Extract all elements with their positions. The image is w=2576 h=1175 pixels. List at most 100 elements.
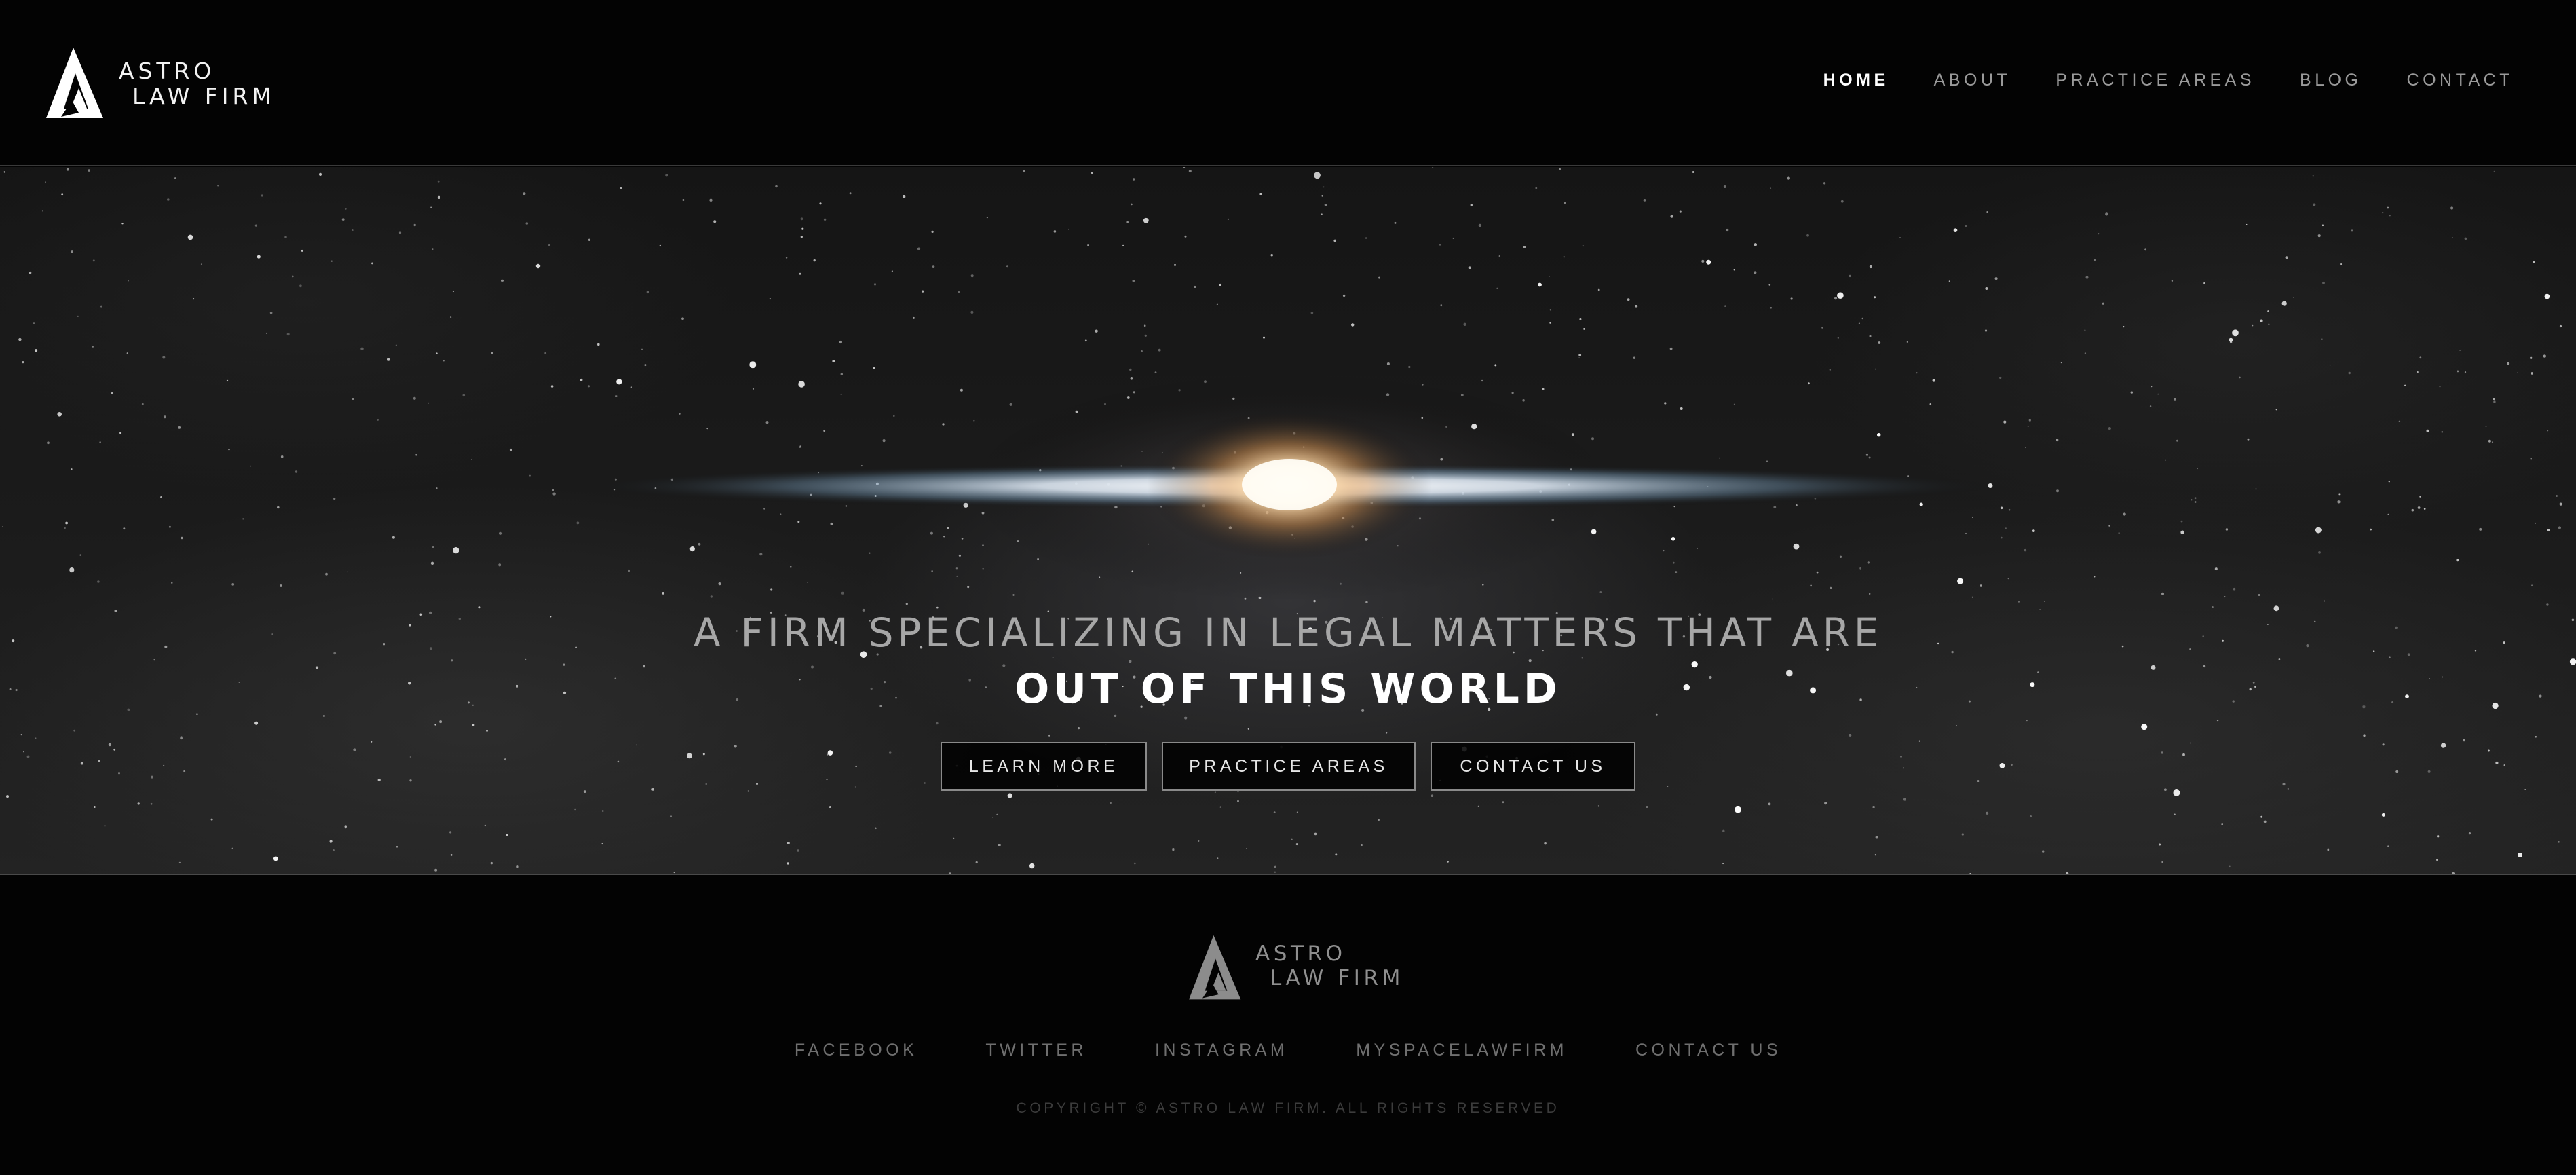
nav-about[interactable]: ABOUT	[1934, 71, 2011, 90]
star	[2464, 237, 2467, 240]
star	[1849, 734, 1852, 737]
star	[1770, 307, 1772, 309]
star	[882, 439, 886, 443]
star	[1386, 362, 1390, 365]
contact-us-button[interactable]: CONTACT US	[1431, 742, 1635, 791]
learn-more-button[interactable]: LEARN MORE	[941, 742, 1147, 791]
star	[2569, 658, 2576, 665]
twitter-link[interactable]: TWITTER	[985, 1041, 1087, 1060]
star	[1874, 854, 1876, 856]
star	[1965, 225, 1967, 227]
nav-blog[interactable]: BLOG	[2300, 71, 2362, 90]
star	[2042, 850, 2045, 853]
star	[1158, 348, 1161, 352]
star	[168, 525, 171, 528]
star	[2056, 489, 2059, 493]
star	[69, 567, 75, 573]
star	[178, 861, 181, 863]
star	[1219, 806, 1221, 808]
star	[710, 595, 713, 598]
star	[1733, 403, 1735, 405]
star	[1985, 287, 1988, 290]
star	[1599, 591, 1602, 593]
star	[1365, 601, 1368, 603]
star	[1829, 369, 1831, 371]
star	[501, 279, 504, 282]
star	[2060, 362, 2062, 364]
site-header: ASTRO LAW FIRM HOME ABOUT PRACTICE AREAS…	[0, 0, 2576, 166]
facebook-link[interactable]: FACEBOOK	[795, 1041, 918, 1060]
star	[891, 270, 893, 272]
header-logo[interactable]: ASTRO LAW FIRM	[46, 46, 271, 121]
star	[1549, 276, 1550, 277]
star	[1452, 237, 1454, 239]
star	[325, 572, 328, 576]
star	[377, 419, 379, 421]
nav-practice-areas[interactable]: PRACTICE AREAS	[2056, 71, 2255, 90]
star	[2030, 815, 2032, 817]
star	[1869, 593, 1871, 595]
star	[6, 795, 9, 798]
star	[2411, 508, 2414, 512]
star	[689, 546, 695, 552]
star	[1227, 218, 1229, 220]
star	[2066, 872, 2069, 874]
star	[2559, 502, 2562, 506]
star	[1129, 660, 1132, 663]
star	[2203, 282, 2206, 284]
star	[484, 824, 486, 827]
star	[1172, 848, 1175, 851]
star	[2441, 431, 2443, 433]
star	[2463, 739, 2465, 742]
star	[1806, 234, 1809, 237]
star	[775, 185, 778, 188]
star	[752, 388, 754, 390]
star	[1154, 371, 1157, 373]
star	[73, 729, 76, 732]
footer-contact-link[interactable]: CONTACT US	[1635, 1041, 1781, 1060]
star	[277, 506, 280, 509]
nav-home[interactable]: HOME	[1823, 71, 1889, 90]
nav-contact[interactable]: CONTACT	[2407, 71, 2514, 90]
footer-logo[interactable]: ASTRO LAW FIRM	[1189, 934, 1400, 1002]
star	[1378, 819, 1380, 821]
star	[1633, 356, 1636, 359]
star	[430, 561, 434, 565]
star	[104, 825, 106, 827]
star	[2216, 719, 2219, 722]
star	[1867, 561, 1870, 564]
star	[1006, 265, 1008, 268]
instagram-link[interactable]: INSTAGRAM	[1155, 1041, 1288, 1060]
practice-areas-button[interactable]: PRACTICE AREAS	[1162, 742, 1416, 791]
star	[960, 388, 963, 392]
star	[2180, 520, 2183, 523]
star	[2159, 843, 2161, 846]
star	[797, 849, 799, 852]
star	[1929, 403, 1932, 405]
star	[452, 290, 455, 293]
star	[242, 518, 244, 520]
hero-headline: OUT OF THIS WORLD	[1015, 665, 1561, 713]
star	[1263, 336, 1265, 339]
star	[1447, 861, 1449, 863]
star	[323, 715, 325, 717]
star	[1664, 402, 1667, 405]
star	[2329, 364, 2331, 366]
star	[2493, 170, 2495, 172]
star	[936, 606, 939, 609]
star	[525, 658, 527, 661]
star	[1722, 863, 1724, 865]
star	[967, 586, 970, 589]
star	[673, 872, 675, 874]
star	[167, 198, 170, 201]
star	[2025, 447, 2026, 449]
star	[2098, 233, 2100, 235]
star	[1706, 259, 1711, 265]
star	[486, 729, 488, 732]
myspace-link[interactable]: MYSPACELAWFIRM	[1356, 1041, 1568, 1060]
star	[2268, 323, 2270, 325]
star	[1692, 171, 1694, 173]
star	[1087, 244, 1089, 246]
star	[2318, 551, 2321, 554]
star	[2533, 261, 2535, 263]
